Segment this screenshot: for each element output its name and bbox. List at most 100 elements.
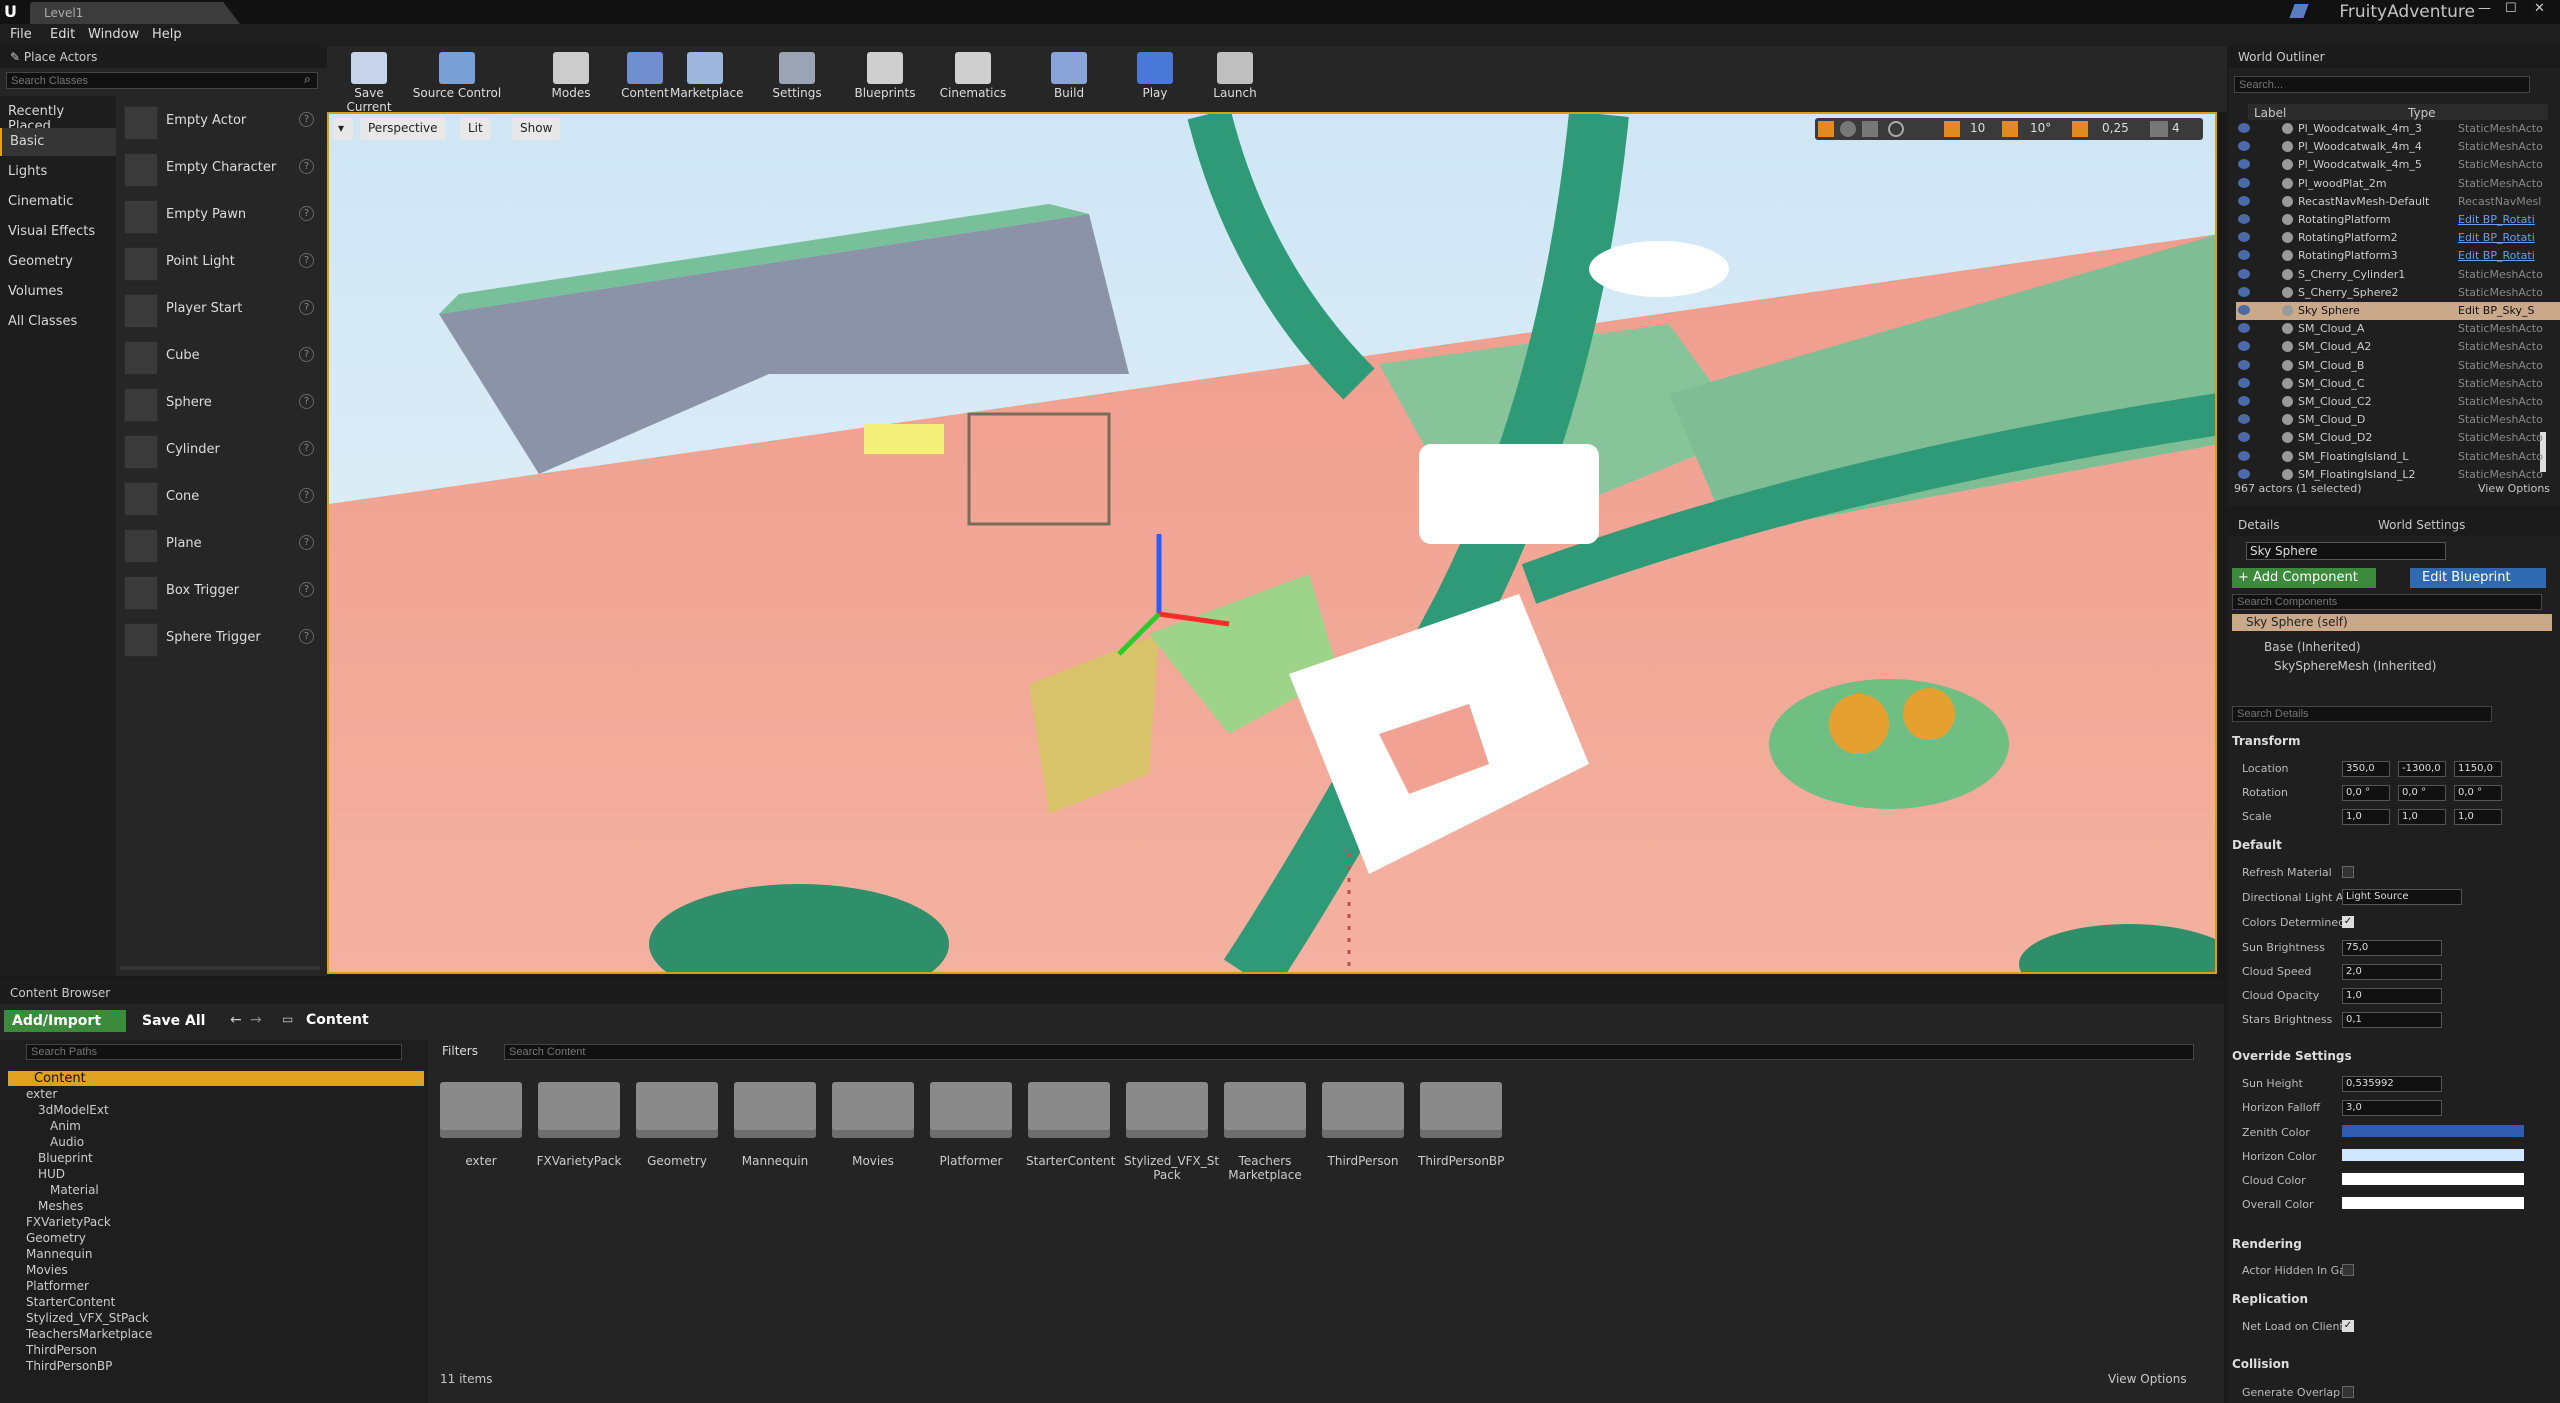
nav-back-icon[interactable]: ← (230, 1012, 242, 1028)
tree-folder-movies[interactable]: Movies (26, 1263, 68, 1277)
close-button[interactable]: ✕ (2534, 1, 2545, 16)
rotation-field-2[interactable]: 0,0 ° (2454, 785, 2502, 801)
search-classes-input[interactable] (6, 72, 318, 89)
eye-icon[interactable] (2238, 268, 2250, 279)
zenith-swatch[interactable] (2342, 1125, 2524, 1137)
lit-button[interactable]: Lit (460, 118, 491, 140)
menu-window[interactable]: Window (88, 27, 139, 42)
outliner-row[interactable]: Pl_Woodcatwalk_4m_4 StaticMeshActo (2236, 138, 2560, 156)
help-icon[interactable]: ? (299, 441, 314, 456)
outliner-row[interactable]: SM_FloatingIsland_L StaticMeshActo (2236, 448, 2560, 466)
viewport-menu-button[interactable]: ▾ (333, 118, 353, 140)
help-icon[interactable]: ? (299, 159, 314, 174)
tree-folder-material[interactable]: Material (50, 1183, 99, 1197)
category-all-classes[interactable]: All Classes (0, 308, 116, 336)
actor-item-cone[interactable]: Cone? (120, 476, 320, 520)
add-import-button[interactable]: Add/Import (4, 1010, 126, 1032)
outliner-row[interactable]: SM_FloatingIsland_L2 StaticMeshActo (2236, 466, 2560, 484)
cloud-speed-field[interactable]: 2,0 (2342, 964, 2442, 980)
translate-icon[interactable] (1818, 121, 1834, 137)
component-self[interactable]: Sky Sphere (self) (2232, 614, 2552, 631)
stars-brightness-field[interactable]: 0,1 (2342, 1012, 2442, 1028)
outliner-row[interactable]: Pl_woodPlat_2m StaticMeshActo (2236, 175, 2560, 193)
overall-swatch[interactable] (2342, 1197, 2524, 1209)
location-field-1[interactable]: -1300,0 (2398, 761, 2446, 777)
outliner-row[interactable]: S_Cherry_Cylinder1 StaticMeshActo (2236, 266, 2560, 284)
eye-icon[interactable] (2238, 305, 2250, 315)
section-collision[interactable]: Collision (2232, 1357, 2289, 1371)
eye-icon[interactable] (2238, 286, 2250, 297)
search-details-input[interactable] (2232, 706, 2492, 722)
section-default[interactable]: Default (2232, 838, 2282, 852)
search-components-input[interactable] (2232, 594, 2542, 610)
actor-item-empty-pawn[interactable]: Empty Pawn? (120, 194, 320, 238)
outliner-row[interactable]: SM_Cloud_B StaticMeshActo (2236, 357, 2560, 375)
path-breadcrumb[interactable]: Content (306, 1012, 369, 1028)
folder-tile[interactable]: FXVarietyPack (536, 1082, 622, 1168)
search-paths-input[interactable] (26, 1044, 402, 1060)
rotation-field-0[interactable]: 0,0 ° (2342, 785, 2390, 801)
help-icon[interactable]: ? (299, 300, 314, 315)
location-field-0[interactable]: 350,0 (2342, 761, 2390, 777)
tree-folder-content[interactable]: Content (8, 1071, 424, 1086)
eye-icon[interactable] (2238, 214, 2250, 224)
eye-icon[interactable] (2238, 232, 2250, 243)
place-actors-tab[interactable]: ✎ Place Actors (0, 46, 327, 68)
tree-folder-thirdperson[interactable]: ThirdPerson (26, 1343, 97, 1357)
eye-icon[interactable] (2238, 123, 2250, 133)
menu-file[interactable]: File (10, 27, 32, 42)
generate-overlap-checkbox[interactable] (2342, 1386, 2354, 1398)
folder-tile[interactable]: ThirdPersonBP (1418, 1082, 1504, 1168)
help-icon[interactable]: ? (299, 629, 314, 644)
tree-folder-anim[interactable]: Anim (50, 1119, 81, 1133)
category-basic[interactable]: Basic (0, 128, 116, 156)
outliner-row[interactable]: Sky Sphere Edit BP_Sky_S (2236, 302, 2560, 320)
eye-icon[interactable] (2238, 341, 2250, 352)
eye-icon[interactable] (2238, 195, 2250, 206)
toolbar-blueprints-button[interactable]: Blueprints (850, 50, 920, 110)
tree-folder-startercontent[interactable]: StarterContent (26, 1295, 115, 1309)
outliner-row[interactable]: S_Cherry_Sphere2 StaticMeshActo (2236, 284, 2560, 302)
eye-icon[interactable] (2238, 159, 2250, 170)
eye-icon[interactable] (2238, 323, 2250, 334)
rotate-icon[interactable] (1840, 121, 1856, 137)
scale-icon[interactable] (1862, 121, 1878, 137)
scale-field-2[interactable]: 1,0 (2454, 809, 2502, 825)
minimize-button[interactable]: — (2478, 1, 2491, 16)
rotation-field-1[interactable]: 0,0 ° (2398, 785, 2446, 801)
folder-tile[interactable]: Stylized_VFX_St Pack (1124, 1082, 1219, 1182)
angle-snap-icon[interactable] (2002, 121, 2018, 137)
eye-icon[interactable] (2238, 359, 2250, 370)
eye-icon[interactable] (2238, 396, 2250, 406)
menu-help[interactable]: Help (152, 27, 182, 42)
light-source-dropdown[interactable]: Light Source (2342, 889, 2462, 905)
level-viewport[interactable] (327, 112, 2217, 974)
category-lights[interactable]: Lights (0, 158, 116, 186)
grid-snap-icon[interactable] (1944, 121, 1960, 137)
section-replication[interactable]: Replication (2232, 1292, 2308, 1306)
help-icon[interactable]: ? (299, 253, 314, 268)
tree-folder-mannequin[interactable]: Mannequin (26, 1247, 92, 1261)
toolbar-marketplace-button[interactable]: Marketplace (670, 50, 744, 110)
category-cinematic[interactable]: Cinematic (0, 188, 116, 216)
eye-icon[interactable] (2238, 177, 2250, 188)
eye-icon[interactable] (2238, 377, 2250, 388)
actor-name-field[interactable]: Sky Sphere (2246, 542, 2446, 560)
actor-item-sphere-trigger[interactable]: Sphere Trigger? (120, 617, 320, 661)
outliner-search-input[interactable] (2234, 76, 2530, 93)
scale-size[interactable]: 0,25 (2102, 121, 2129, 135)
help-icon[interactable]: ? (299, 347, 314, 362)
level-tab[interactable]: Level1 (30, 2, 240, 24)
content-browser-tab[interactable]: Content Browser (0, 982, 2224, 1004)
actor-item-player-start[interactable]: Player Start? (120, 288, 320, 332)
toolbar-source-control-button[interactable]: Source Control (412, 50, 502, 110)
col-label[interactable]: Label (2254, 106, 2286, 120)
actor-item-sphere[interactable]: Sphere? (120, 382, 320, 426)
filters-button[interactable]: Filters (442, 1044, 478, 1058)
edit-blueprint-button[interactable]: Edit Blueprint (2410, 568, 2546, 588)
toolbar-play-button[interactable]: Play (1120, 50, 1190, 110)
colors-determined-checkbox[interactable]: ✓ (2342, 916, 2354, 928)
folder-tile[interactable]: Movies (830, 1082, 916, 1168)
outliner-row[interactable]: Pl_Woodcatwalk_4m_5 StaticMeshActo (2236, 156, 2560, 174)
eye-icon[interactable] (2238, 468, 2250, 479)
